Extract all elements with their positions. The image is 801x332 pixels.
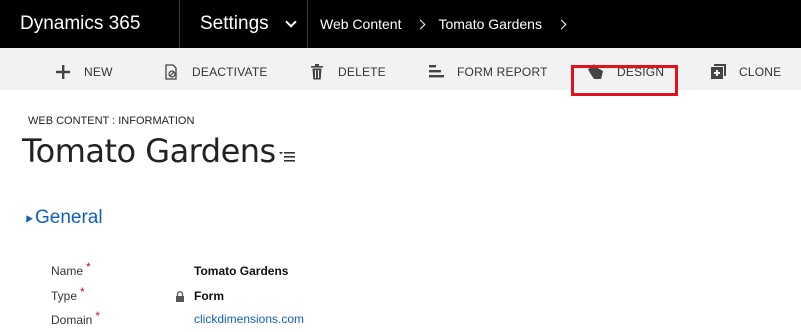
clone-button[interactable]: CLONE [709, 62, 781, 82]
collapse-triangle-icon [23, 213, 33, 223]
breadcrumb: Web Content Tomato Gardens [308, 0, 579, 48]
form-report-button[interactable]: FORM REPORT [427, 62, 548, 82]
required-indicator: * [86, 260, 91, 274]
field-label-type: Type * [51, 285, 85, 303]
lock-icon [175, 289, 185, 307]
field-label-domain: Domain * [51, 309, 100, 327]
clone-button-label: CLONE [739, 65, 782, 79]
record-title: Tomato Gardens [22, 132, 276, 170]
field-label-text: Name [51, 264, 84, 278]
breadcrumb-item-record[interactable]: Tomato Gardens [438, 16, 542, 32]
new-button-label: NEW [84, 65, 113, 79]
app-name[interactable]: Dynamics 365 [0, 0, 180, 48]
delete-button-label: DELETE [338, 65, 386, 79]
required-indicator: * [95, 309, 101, 323]
field-label-name: Name * [51, 260, 91, 278]
domain-link[interactable]: clickdimensions.com [194, 312, 304, 326]
form-report-button-label: FORM REPORT [457, 65, 548, 79]
area-selector[interactable]: Settings [180, 0, 308, 48]
new-button[interactable]: NEW [54, 62, 113, 82]
report-icon [427, 63, 445, 81]
deactivate-button-label: DEACTIVATE [192, 65, 268, 79]
section-header-general[interactable]: General [23, 207, 103, 229]
design-button-highlight [571, 65, 678, 96]
chevron-right-icon[interactable] [556, 19, 567, 29]
section-title: General [35, 207, 103, 228]
chevron-right-icon [416, 19, 426, 29]
chevron-down-icon [284, 15, 297, 28]
command-bar: NEW DEACTIVATE DELETE FORM REPORT DESIGN… [0, 48, 801, 90]
name-field[interactable]: Tomato Gardens [194, 264, 288, 278]
type-field: Form [194, 289, 224, 303]
top-nav-bar: Dynamics 365 Settings Web Content Tomato… [0, 0, 801, 48]
field-label-text: Domain [51, 313, 93, 327]
clone-icon [709, 63, 727, 81]
deactivate-button[interactable]: DEACTIVATE [162, 62, 268, 82]
form-selector-label[interactable]: WEB CONTENT : INFORMATION [28, 115, 194, 127]
form-menu-icon[interactable] [279, 150, 295, 168]
deactivate-icon [162, 63, 180, 81]
field-label-text: Type [51, 289, 78, 303]
required-indicator: * [80, 285, 85, 299]
trash-icon [308, 63, 326, 81]
breadcrumb-item-web-content[interactable]: Web Content [320, 16, 401, 32]
delete-button[interactable]: DELETE [308, 62, 386, 82]
plus-icon [54, 63, 72, 81]
area-label: Settings [200, 13, 269, 34]
